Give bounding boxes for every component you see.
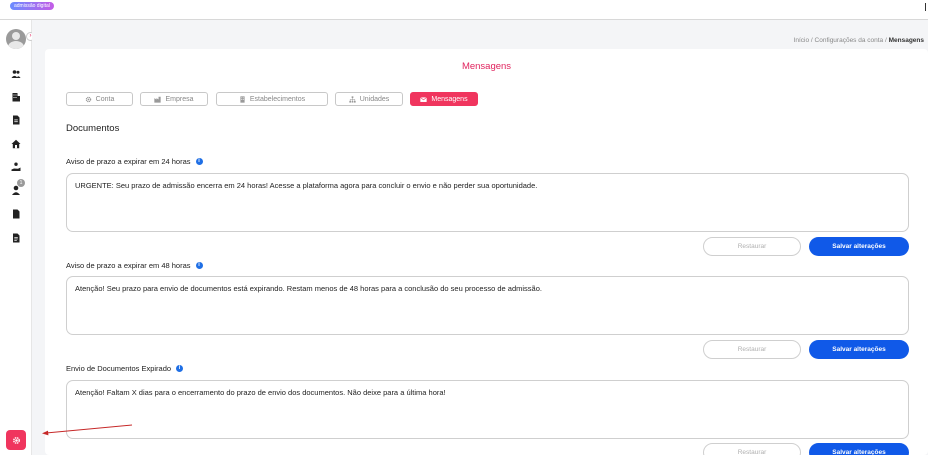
field-label-text: Envio de Documentos Expirado — [66, 364, 172, 373]
page-title: Mensagens — [461, 61, 512, 72]
tab-label: Estabelecimentos — [249, 95, 306, 103]
tab-unidades[interactable]: Unidades — [335, 92, 403, 106]
tab-estabelecimentos[interactable]: Estabelecimentos — [216, 92, 328, 106]
building-icon — [240, 95, 245, 103]
settings-button[interactable] — [6, 430, 26, 450]
file-text-icon[interactable] — [10, 232, 22, 244]
info-icon[interactable]: i — [176, 365, 184, 372]
file-icon[interactable] — [10, 208, 22, 220]
users-icon[interactable] — [10, 68, 22, 80]
save-button[interactable]: Salvar alterações — [809, 443, 909, 455]
breadcrumb-current: Mensagens — [888, 37, 924, 44]
hand-holding-user-icon[interactable] — [10, 161, 22, 173]
envelope-icon — [420, 96, 428, 102]
sidebar: › 1 — [0, 20, 35, 455]
tab-label: Conta — [95, 95, 115, 103]
tab-label: Mensagens — [431, 95, 468, 103]
tab-label: Unidades — [359, 95, 390, 103]
gear-icon — [12, 436, 20, 444]
section-title: Documentos — [66, 123, 120, 134]
field-label-text: Aviso de prazo a expirar em 24 horas — [66, 157, 191, 166]
message-textarea-24h[interactable]: URGENTE: Seu prazo de admissão encerra e… — [66, 173, 909, 232]
building-icon[interactable] — [10, 91, 22, 103]
field-label-text: Aviso de prazo a expirar em 48 horas — [66, 261, 191, 270]
top-bar: admissão digital — [0, 0, 928, 20]
message-label-48h: Aviso de prazo a expirar em 48 horas i — [66, 261, 203, 270]
document-icon[interactable] — [10, 114, 22, 126]
tab-conta[interactable]: Conta — [66, 92, 133, 106]
message-label-expired: Envio de Documentos Expirado i — [66, 364, 184, 373]
avatar[interactable] — [6, 29, 26, 49]
brand-logo[interactable]: admissão digital — [10, 2, 54, 10]
restore-button[interactable]: Restaurar — [703, 237, 801, 256]
breadcrumb: Início / Configurações da conta / Mensag… — [793, 37, 924, 44]
breadcrumb-home[interactable]: Início — [794, 37, 810, 44]
tab-empresa[interactable]: Empresa — [140, 92, 208, 106]
save-button[interactable]: Salvar alterações — [809, 237, 909, 256]
annotation-arrow — [42, 424, 133, 436]
gear-icon — [85, 96, 91, 102]
info-icon[interactable]: i — [195, 158, 203, 165]
breadcrumb-parent[interactable]: Configurações da conta — [815, 37, 884, 44]
home-icon[interactable] — [10, 138, 22, 150]
message-textarea-48h[interactable]: Atenção! Seu prazo para envio de documen… — [66, 276, 909, 335]
tab-mensagens[interactable]: Mensagens — [410, 92, 478, 106]
sitemap-icon — [349, 95, 356, 103]
info-icon[interactable]: i — [195, 262, 203, 269]
notification-badge: 1 — [17, 179, 25, 187]
message-label-24h: Aviso de prazo a expirar em 24 horas i — [66, 157, 203, 166]
main-card: Mensagens Conta Empresa Estabelecimentos… — [45, 49, 928, 455]
tab-label: Empresa — [165, 95, 194, 103]
restore-button[interactable]: Restaurar — [703, 340, 801, 359]
message-textarea-expired[interactable]: Atenção! Faltam X dias para o encerramen… — [66, 380, 909, 439]
restore-button[interactable]: Restaurar — [703, 443, 801, 455]
save-button[interactable]: Salvar alterações — [809, 340, 909, 359]
factory-icon — [154, 96, 162, 103]
